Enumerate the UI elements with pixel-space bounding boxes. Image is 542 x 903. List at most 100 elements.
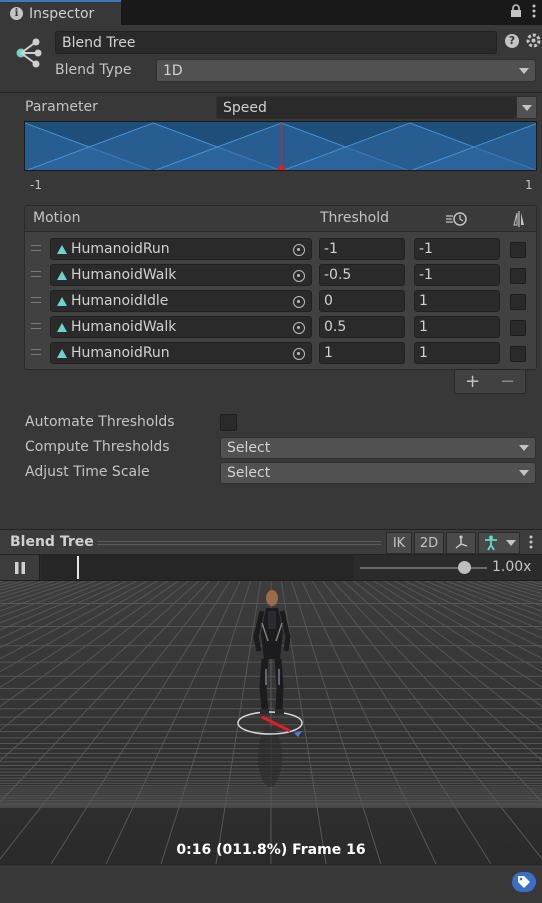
motion-clip-field[interactable]: HumanoidWalk [50,316,312,338]
object-picker-icon[interactable] [293,296,305,308]
drag-handle[interactable] [31,271,41,277]
threshold-field[interactable]: -0.5 [319,264,405,286]
preview-timeline: 1.00x [0,555,542,581]
parameter-label: Parameter [25,99,98,115]
graph-max-label: 1 [525,178,533,192]
tab-bar: i Inspector [0,0,542,25]
motion-clip-field[interactable]: HumanoidIdle [50,290,312,312]
drag-handle[interactable] [31,349,41,355]
animation-clip-icon [57,322,67,332]
list-item: HumanoidIdle 0 1 [25,288,536,314]
remove-motion-button[interactable]: − [500,371,515,392]
motion-clip-field[interactable]: HumanoidWalk [50,264,312,286]
mirror-checkbox[interactable] [510,268,526,284]
motion-clip-label: HumanoidIdle [71,293,169,309]
motion-clip-field[interactable]: HumanoidRun [50,238,312,260]
chevron-down-icon [519,470,529,476]
list-footer: + − [454,370,526,394]
time-scale-field[interactable]: -1 [414,264,500,286]
motion-clip-label: HumanoidWalk [71,319,177,335]
playback-speed-readout: 1.00x [492,559,532,575]
chevron-down-icon [521,104,532,111]
preview-title-rule [97,541,381,545]
playback-speed-knob[interactable] [458,561,472,574]
drag-handle[interactable] [31,245,41,251]
blend-graph[interactable] [24,121,537,171]
chevron-down-icon [519,445,529,451]
drag-handle[interactable] [31,297,41,303]
viewport-scene [0,581,542,864]
object-picker-icon[interactable] [293,270,305,282]
playback-speed-slider[interactable] [360,561,487,574]
pivot-toggle-button[interactable] [446,532,476,554]
ik-toggle-button[interactable]: IK [386,532,412,554]
blend-type-label: Blend Type [55,62,132,78]
add-motion-button[interactable]: + [465,371,480,392]
adjust-time-scale-value: Select [227,465,271,481]
mirror-checkbox[interactable] [510,346,526,362]
time-scale-field[interactable]: 1 [414,316,500,338]
mirror-icon [512,210,526,232]
motion-clip-field[interactable]: HumanoidRun [50,342,312,364]
mirror-checkbox[interactable] [510,294,526,310]
automate-thresholds-label: Automate Thresholds [25,414,175,430]
preview-title: Blend Tree [10,534,94,550]
list-item: HumanoidRun 1 1 [25,340,536,366]
settings-icon[interactable] [525,32,542,49]
column-threshold: Threshold [320,210,389,226]
time-scale-field[interactable]: 1 [414,342,500,364]
parameter-dropdown-button [516,97,536,118]
compute-thresholds-dropdown[interactable]: Select [220,437,536,459]
motion-list-header: Motion Threshold [25,206,536,232]
name-field[interactable]: Blend Tree [55,31,497,54]
threshold-field[interactable]: 0.5 [319,316,405,338]
playhead[interactable] [77,556,79,579]
blend-tree-icon [12,36,46,70]
threshold-field[interactable]: 1 [319,342,405,364]
mirror-checkbox[interactable] [510,320,526,336]
tag-icon [518,876,530,888]
mirror-checkbox[interactable] [510,242,526,258]
help-icon[interactable]: ? [505,34,519,48]
pause-icon [14,561,25,574]
more-vert-icon[interactable] [529,535,533,553]
preview-header: Blend Tree IK 2D [0,529,542,555]
more-vert-icon[interactable] [532,4,536,22]
object-picker-icon[interactable] [293,348,305,360]
parameter-dropdown[interactable]: Speed [216,96,537,119]
info-icon: i [10,7,23,20]
list-item: HumanoidRun -1 -1 [25,236,536,262]
compute-thresholds-value: Select [227,440,271,456]
chevron-down-icon [505,540,516,546]
tab-inspector-label: Inspector [29,5,95,22]
list-item: HumanoidWalk 0.5 1 [25,314,536,340]
object-picker-icon[interactable] [293,322,305,334]
humanoid-icon [484,535,497,551]
motion-list: Motion Threshold HumanoidRun -1 -1 Human… [24,205,537,370]
threshold-field[interactable]: -1 [319,238,405,260]
inspector-footer [0,864,542,903]
preview-viewport[interactable]: 0:16 (011.8%) Frame 16 [0,581,542,864]
timeline-scrubber[interactable] [41,555,354,580]
2d-toggle-button[interactable]: 2D [414,532,444,554]
time-scale-field[interactable]: 1 [414,290,500,312]
time-scale-field[interactable]: -1 [414,238,500,260]
compute-thresholds-label: Compute Thresholds [25,439,170,455]
avatar-preview-dropdown[interactable] [478,532,520,554]
threshold-field[interactable]: 0 [319,290,405,312]
drag-handle[interactable] [31,323,41,329]
pause-button[interactable] [0,555,40,580]
character-reflection [258,727,282,787]
automate-thresholds-checkbox[interactable] [220,414,237,431]
adjust-time-scale-label: Adjust Time Scale [25,464,150,480]
object-picker-icon[interactable] [293,244,305,256]
animation-clip-icon [57,244,67,254]
adjust-time-scale-dropdown[interactable]: Select [220,462,536,484]
asset-labels-button[interactable] [512,872,536,892]
animation-clip-icon [57,270,67,280]
chevron-down-icon [519,67,529,74]
lock-icon[interactable] [510,4,522,22]
pivot-icon [455,535,468,549]
tab-inspector[interactable]: i Inspector [0,0,121,25]
blend-type-dropdown[interactable]: 1D [156,59,536,82]
